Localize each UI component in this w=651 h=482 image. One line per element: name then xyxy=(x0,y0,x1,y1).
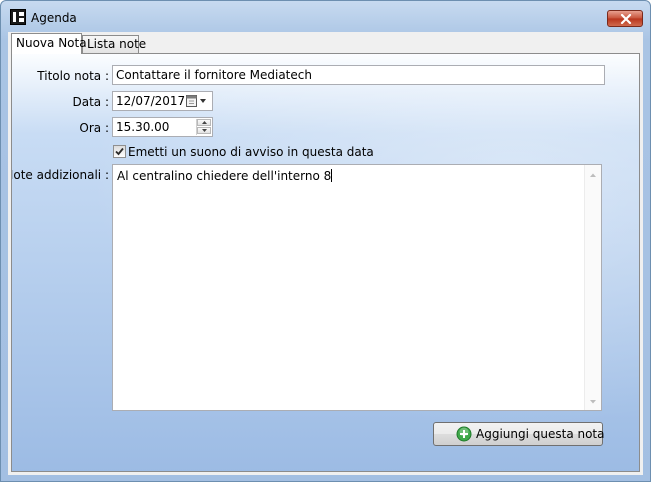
tab-label: Nuova Nota xyxy=(16,36,87,50)
notes-scrollbar[interactable] xyxy=(584,165,601,410)
agenda-app-icon xyxy=(10,9,26,25)
scroll-down-icon[interactable] xyxy=(589,398,597,406)
notes-textarea[interactable]: Al centralino chiedere dell'interno 8 xyxy=(112,164,602,411)
title-bar[interactable]: Agenda xyxy=(1,1,650,31)
sound-checkbox-label[interactable]: Emetti un suono di avviso in questa data xyxy=(128,145,374,159)
client-area: Nuova Nota Lista note Titolo nota : Cont… xyxy=(8,32,643,475)
close-button[interactable] xyxy=(607,10,643,27)
add-note-button-label: Aggiungi questa nota xyxy=(476,427,605,441)
title-input[interactable]: Contattare il fornitore Mediatech xyxy=(112,65,605,85)
calendar-dropdown-button[interactable] xyxy=(185,93,211,109)
new-note-panel: Titolo nota : Contattare il fornitore Me… xyxy=(11,53,640,472)
tab-label: Lista note xyxy=(87,37,147,51)
chevron-down-icon xyxy=(202,129,207,132)
window-title: Agenda xyxy=(31,11,77,25)
add-note-button[interactable]: Aggiungi questa nota xyxy=(433,422,605,446)
time-input[interactable]: 15.30.00 xyxy=(112,117,213,137)
date-value: 12/07/2017 xyxy=(116,94,186,108)
time-label: Ora : xyxy=(79,121,109,135)
date-label: Data : xyxy=(72,95,109,109)
notes-text: Al centralino chiedere dell'interno 8 xyxy=(117,169,333,183)
app-window: Agenda Nuova Nota Lista note Titolo nota… xyxy=(0,0,651,482)
time-spinner xyxy=(196,119,211,135)
tab-nuova-nota[interactable]: Nuova Nota xyxy=(11,33,87,54)
notes-label: Note addizionali : xyxy=(11,168,109,182)
scroll-up-icon[interactable] xyxy=(589,171,597,179)
spin-up-button[interactable] xyxy=(197,119,211,126)
sound-checkbox[interactable] xyxy=(113,145,126,158)
checkmark-icon xyxy=(115,147,124,156)
title-label: Titolo nota : xyxy=(37,69,109,83)
add-icon xyxy=(456,426,472,442)
text-caret xyxy=(331,169,333,182)
spin-down-button[interactable] xyxy=(197,127,211,134)
calendar-icon xyxy=(186,95,206,107)
close-icon xyxy=(620,14,632,24)
date-picker[interactable]: 12/07/2017 xyxy=(112,91,213,111)
tab-lista-note[interactable]: Lista note xyxy=(82,35,146,53)
time-value: 15.30.00 xyxy=(116,120,170,134)
chevron-up-icon xyxy=(202,121,207,124)
